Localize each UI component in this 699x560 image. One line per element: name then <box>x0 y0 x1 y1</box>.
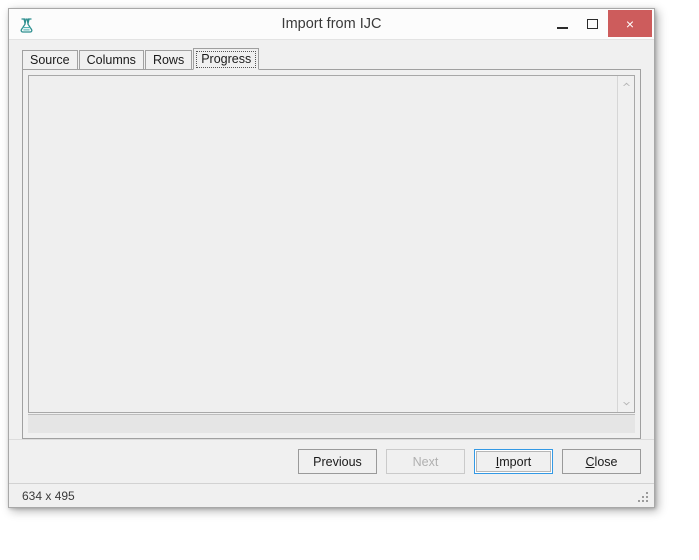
tab-rows-label: Rows <box>152 53 185 67</box>
status-bar: 634 x 495 <box>9 483 654 507</box>
import-button-label: Import <box>495 454 532 469</box>
close-button[interactable]: × <box>608 10 652 37</box>
scroll-up-button[interactable] <box>618 76 634 93</box>
tab-panel-progress <box>22 69 641 439</box>
close-dialog-button[interactable]: Close <box>562 449 641 474</box>
horizontal-scrollbar[interactable] <box>28 414 635 433</box>
next-button: Next <box>386 449 465 474</box>
minimize-button[interactable] <box>547 9 577 39</box>
tab-progress[interactable]: Progress <box>193 48 260 70</box>
resize-grip-icon[interactable] <box>637 491 650 504</box>
tab-progress-label: Progress <box>201 52 252 66</box>
window-controls: × <box>547 9 654 39</box>
status-size-text: 634 x 495 <box>22 488 75 503</box>
scroll-down-button[interactable] <box>618 395 634 412</box>
maximize-button[interactable] <box>577 9 608 39</box>
tab-source-label: Source <box>30 53 70 67</box>
tab-strip: Source Columns Rows Progress <box>22 47 654 70</box>
previous-button-label: Previous <box>313 454 362 469</box>
next-button-label: Next <box>412 454 439 469</box>
beaker-w-icon: W <box>15 13 37 35</box>
chevron-down-icon <box>622 402 630 406</box>
dialog-body: Source Columns Rows Progress Previous Ne… <box>9 40 654 507</box>
tab-columns[interactable]: Columns <box>78 50 144 69</box>
dialog-button-bar: Previous Next Import Close <box>9 439 654 483</box>
tab-source[interactable]: Source <box>22 50 78 69</box>
maximize-icon <box>587 19 598 29</box>
progress-log-text <box>29 76 617 412</box>
tab-rows[interactable]: Rows <box>144 50 193 69</box>
svg-text:W: W <box>23 18 30 25</box>
minimize-icon <box>556 26 568 29</box>
dialog-window: W Import from IJC × Source Columns Rows … <box>8 8 655 508</box>
progress-log-area <box>28 75 635 413</box>
tab-columns-label: Columns <box>86 53 136 67</box>
vertical-scrollbar[interactable] <box>617 76 634 412</box>
scroll-track[interactable] <box>618 93 634 395</box>
chevron-up-icon <box>622 82 630 86</box>
close-icon: × <box>625 15 635 32</box>
import-button[interactable]: Import <box>474 449 553 474</box>
title-bar: W Import from IJC × <box>9 9 654 40</box>
screen: W Import from IJC × Source Columns Rows … <box>0 0 699 560</box>
previous-button[interactable]: Previous <box>298 449 377 474</box>
close-dialog-button-label: Close <box>585 454 618 469</box>
